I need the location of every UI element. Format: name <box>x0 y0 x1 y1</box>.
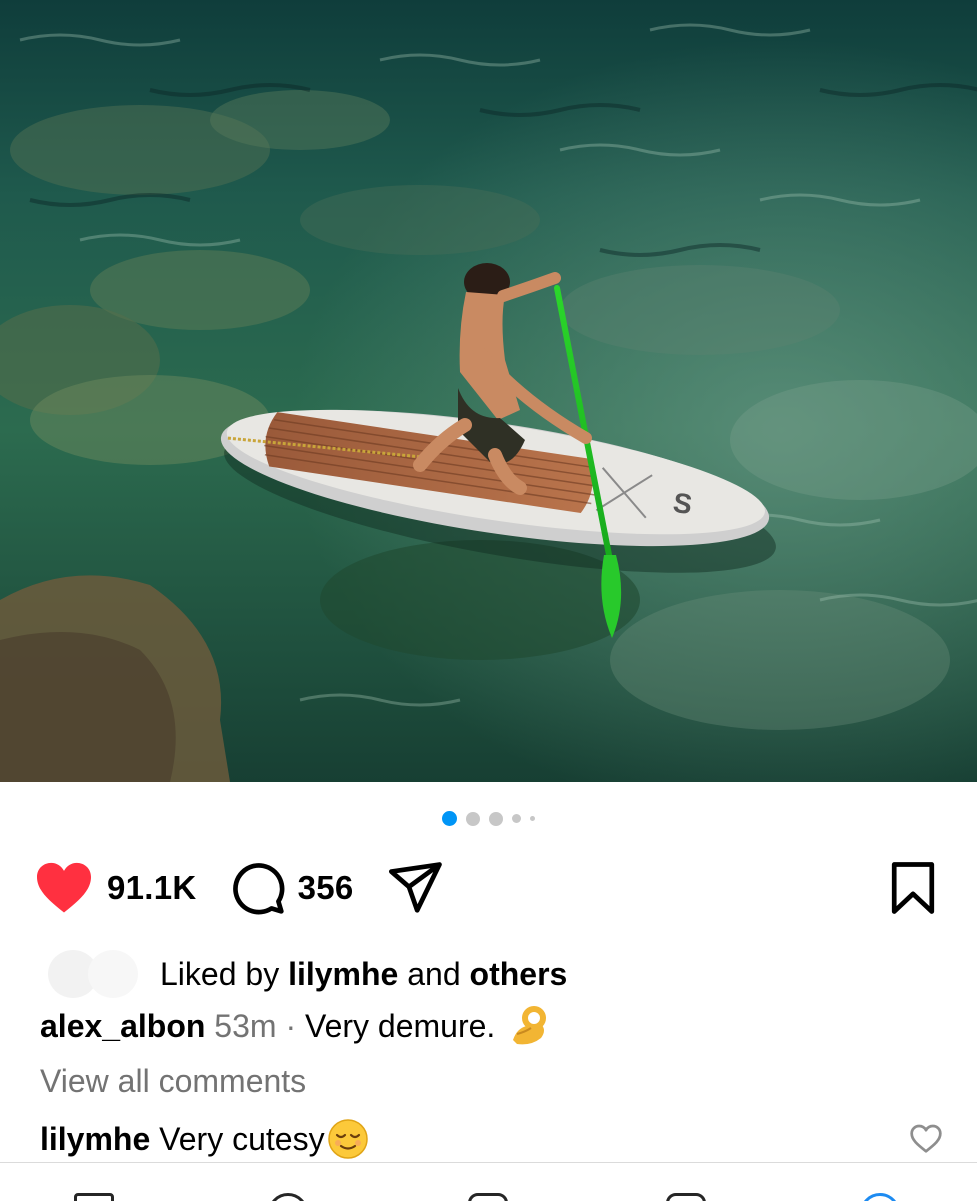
liked-by-prefix: Liked by <box>160 955 280 992</box>
carousel-dot <box>512 814 521 823</box>
liked-by-row[interactable]: Liked by lilymhe and others <box>36 950 568 998</box>
view-all-comments-link[interactable]: View all comments <box>40 1063 306 1100</box>
comment-like-heart-icon[interactable] <box>909 1124 943 1154</box>
caption-time: 53m <box>214 1007 277 1044</box>
relieved-face-emoji-icon <box>327 1119 368 1159</box>
top-comment: lilymhe Very cutesy <box>40 1118 943 1160</box>
bottom-tab-bar <box>0 1162 977 1201</box>
liked-by-joiner: and <box>407 955 461 992</box>
post-caption: alex_albon 53m · Very demure. <box>40 1004 553 1048</box>
heart-icon[interactable] <box>34 861 94 915</box>
post-photo[interactable]: S <box>0 0 977 782</box>
carousel-indicator <box>0 811 977 826</box>
avatar <box>88 950 138 998</box>
like-count[interactable]: 91.1K <box>107 869 197 907</box>
comment-action[interactable]: 356 <box>230 860 354 916</box>
share-action[interactable] <box>387 861 445 915</box>
liked-by-others[interactable]: others <box>470 956 568 993</box>
carousel-dot-active <box>442 811 457 826</box>
post-actions: 91.1K 356 <box>34 858 937 918</box>
caption-text: Very demure. <box>304 1007 496 1044</box>
ok-hand-emoji-icon <box>513 1006 547 1045</box>
caption-separator: · <box>285 1007 297 1044</box>
post-image: S <box>0 0 977 782</box>
carousel-dot <box>489 811 503 826</box>
comment-count[interactable]: 356 <box>298 869 354 907</box>
comment-text: Very cutesy <box>159 1120 325 1157</box>
liked-by-user[interactable]: lilymhe <box>288 956 398 993</box>
like-action[interactable]: 91.1K <box>34 861 197 915</box>
bookmark-icon[interactable] <box>889 861 937 915</box>
liker-avatars <box>36 950 154 998</box>
share-icon[interactable] <box>387 861 445 915</box>
carousel-dot <box>466 811 480 826</box>
caption-username[interactable]: alex_albon <box>40 1008 205 1045</box>
carousel-dot <box>530 816 535 821</box>
comment-icon[interactable] <box>230 860 286 916</box>
comment-username[interactable]: lilymhe <box>40 1121 150 1158</box>
